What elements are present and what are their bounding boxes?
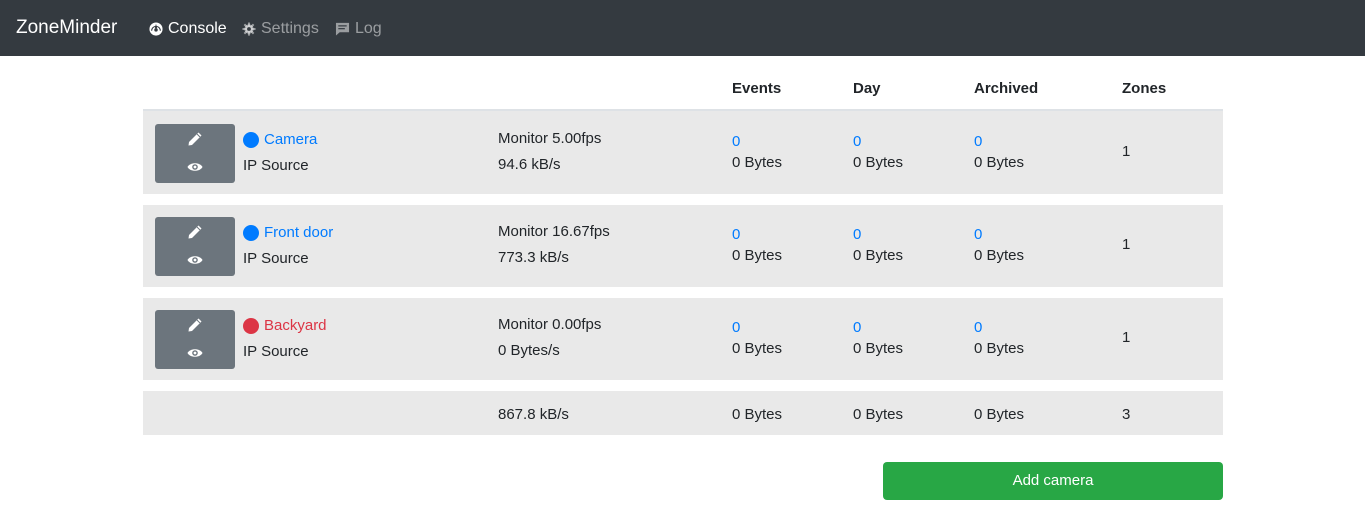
- row-background: [143, 298, 1223, 380]
- pencil-icon[interactable]: [187, 224, 203, 240]
- events-size: 0 Bytes: [732, 247, 783, 264]
- dashboard-icon: [149, 22, 163, 36]
- monitor-actions: [155, 217, 235, 276]
- monitor-source: IP Source: [243, 250, 309, 267]
- header-events[interactable]: Events: [732, 80, 781, 98]
- archived-size: 0 Bytes: [974, 340, 1025, 357]
- monitor-bandwidth: 0 Bytes/s: [498, 342, 560, 359]
- zones-count[interactable]: 1: [1122, 236, 1130, 254]
- monitor-fps: Monitor 16.67fps: [498, 223, 610, 240]
- row-background: [143, 111, 1223, 194]
- header-zones[interactable]: Zones: [1122, 80, 1166, 98]
- top-navbar: ZoneMinder Console Settings Log: [0, 0, 1365, 56]
- row-background: [143, 391, 1223, 435]
- row-background: [143, 205, 1223, 287]
- monitor-source: IP Source: [243, 343, 309, 360]
- total-bandwidth: 867.8 kB/s: [498, 406, 569, 423]
- events-size: 0 Bytes: [732, 154, 783, 171]
- day-size: 0 Bytes: [853, 154, 904, 171]
- status-dot: [243, 318, 259, 334]
- day-size: 0 Bytes: [853, 247, 904, 264]
- events-count-link[interactable]: 0: [732, 133, 740, 151]
- status-dot: [243, 132, 259, 148]
- message-icon: [335, 22, 350, 36]
- monitor-actions: [155, 124, 235, 183]
- nav-console[interactable]: Console: [149, 19, 227, 39]
- zones-count[interactable]: 1: [1122, 329, 1130, 347]
- monitor-source: IP Source: [243, 157, 309, 174]
- monitor-bandwidth: 94.6 kB/s: [498, 156, 561, 173]
- pencil-icon[interactable]: [187, 317, 203, 333]
- total-events-size: 0 Bytes: [732, 406, 783, 423]
- total-day-size: 0 Bytes: [853, 406, 904, 423]
- nav-console-label: Console: [168, 20, 227, 37]
- header-day[interactable]: Day: [853, 80, 881, 98]
- nav-settings[interactable]: Settings: [242, 19, 319, 39]
- day-count-link[interactable]: 0: [853, 133, 861, 151]
- archived-size: 0 Bytes: [974, 247, 1025, 264]
- add-camera-button[interactable]: Add camera: [883, 462, 1223, 500]
- header-archived[interactable]: Archived: [974, 80, 1038, 98]
- gear-icon: [242, 22, 256, 36]
- day-count-link[interactable]: 0: [853, 226, 861, 244]
- brand-logo[interactable]: ZoneMinder: [16, 17, 117, 39]
- nav-log[interactable]: Log: [335, 19, 382, 39]
- zones-count[interactable]: 1: [1122, 143, 1130, 161]
- nav-settings-label: Settings: [261, 20, 319, 37]
- pencil-icon[interactable]: [187, 131, 203, 147]
- monitor-name-link[interactable]: Backyard: [264, 317, 327, 335]
- events-count-link[interactable]: 0: [732, 319, 740, 337]
- status-dot: [243, 225, 259, 241]
- events-size: 0 Bytes: [732, 340, 783, 357]
- eye-icon[interactable]: [187, 347, 203, 359]
- day-size: 0 Bytes: [853, 340, 904, 357]
- monitor-name-link[interactable]: Front door: [264, 224, 333, 242]
- monitor-fps: Monitor 0.00fps: [498, 316, 602, 333]
- eye-icon[interactable]: [187, 254, 203, 266]
- archived-count-link[interactable]: 0: [974, 319, 982, 337]
- archived-count-link[interactable]: 0: [974, 226, 982, 244]
- monitor-fps: Monitor 5.00fps: [498, 130, 602, 147]
- nav-log-label: Log: [355, 20, 382, 37]
- total-archived-size: 0 Bytes: [974, 406, 1025, 423]
- day-count-link[interactable]: 0: [853, 319, 861, 337]
- total-zones: 3: [1122, 406, 1131, 423]
- eye-icon[interactable]: [187, 161, 203, 173]
- monitor-actions: [155, 310, 235, 369]
- archived-size: 0 Bytes: [974, 154, 1025, 171]
- archived-count-link[interactable]: 0: [974, 133, 982, 151]
- monitor-name-link[interactable]: Camera: [264, 131, 317, 149]
- events-count-link[interactable]: 0: [732, 226, 740, 244]
- monitor-bandwidth: 773.3 kB/s: [498, 249, 569, 266]
